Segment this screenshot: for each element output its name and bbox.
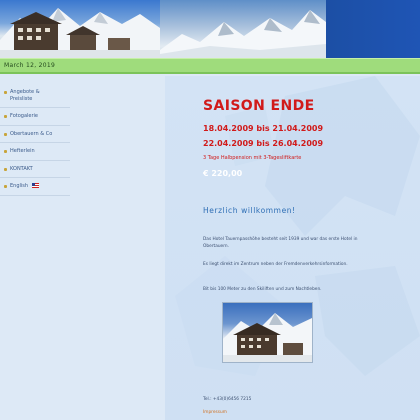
current-date: March 12, 2019 (4, 62, 56, 69)
nav-item-label: Obertauern & Co (10, 130, 53, 137)
impressum-link[interactable]: Impressum (203, 410, 227, 415)
us-flag-icon (31, 183, 39, 188)
sidebar-nav: Angebote & Preisliste Fotogalerie Oberta… (0, 84, 70, 196)
nav-item-label: Angebote & Preisliste (10, 89, 40, 102)
nav-item-hefterlein[interactable]: Hefterlein (0, 143, 70, 161)
nav-item-label: KONTAKT (10, 165, 33, 172)
nav-item-english[interactable]: English (0, 178, 70, 196)
distance-paragraph: Bit bis 100 Meter zu den Skiliften und z… (203, 287, 322, 292)
hotel-photo (222, 302, 313, 363)
header-banner (0, 0, 420, 58)
header-photo-mountains (160, 0, 326, 58)
bullet-icon (4, 91, 7, 94)
date-strip: March 12, 2019 (0, 58, 420, 74)
promo-subtitle: 3 Tage Halbpension mit 3-Tagesliftkarte (203, 155, 302, 161)
header-photo-hotel (0, 0, 160, 58)
bullet-icon (4, 115, 7, 118)
bullet-icon (4, 167, 7, 171)
promo-price: € 220,00 (203, 169, 243, 178)
nav-item-angebote[interactable]: Angebote & Preisliste (0, 84, 70, 108)
intro-paragraph: Das Hotel Tauernpasshöhe besteht seit 19… (203, 237, 358, 249)
promo-date-range-1: 18.04.2009 bis 21.04.2009 (203, 124, 324, 133)
promo-title: SAISON ENDE (203, 98, 315, 114)
nav-item-obertauern[interactable]: Obertauern & Co (0, 126, 70, 143)
nav-item-label: Hefterlein (10, 148, 35, 154)
nav-item-label: Fotogalerie (10, 113, 39, 119)
location-paragraph: Es liegt direkt im Zentrum neben der Fre… (203, 262, 348, 267)
promo-date-range-2: 22.04.2009 bis 26.04.2009 (203, 139, 324, 148)
nav-item-fotogalerie[interactable]: Fotogalerie (0, 108, 70, 126)
welcome-heading: Herzlich willkommen! (203, 206, 296, 215)
phone-number: Tel.: +43(0)6456 7215 (203, 397, 252, 402)
bullet-icon (4, 185, 7, 188)
bullet-icon (4, 150, 7, 153)
nav-item-kontakt[interactable]: KONTAKT (0, 161, 70, 178)
bullet-icon (4, 132, 7, 136)
nav-item-label: English (10, 183, 29, 189)
